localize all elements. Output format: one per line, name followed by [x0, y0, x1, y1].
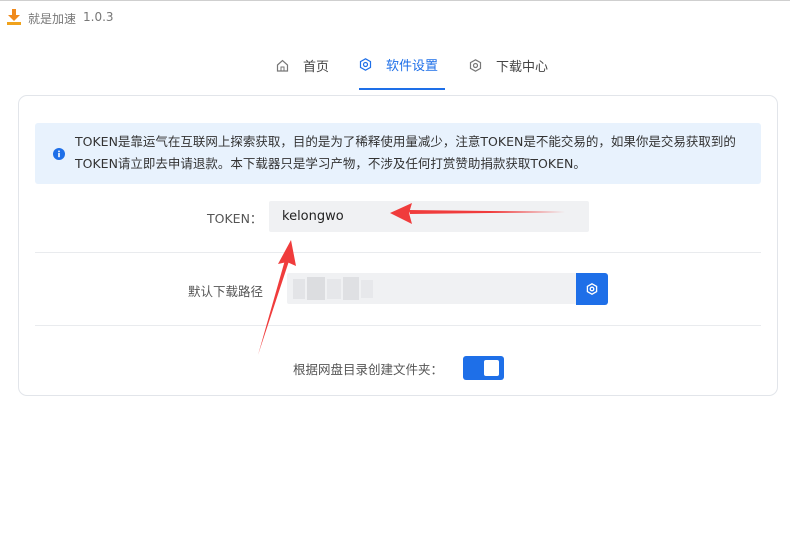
title-bar: 就是加速 1.0.3 — [0, 0, 790, 34]
notice-text: TOKEN是靠运气在互联网上探索获取，目的是为了稀释使用量减少，注意TOKEN是… — [75, 134, 736, 171]
divider — [35, 252, 761, 253]
tab-settings[interactable]: 软件设置 — [359, 40, 445, 90]
settings-panel: TOKEN是靠运气在互联网上探索获取，目的是为了稀释使用量减少，注意TOKEN是… — [18, 95, 778, 396]
tab-downloads[interactable]: 下载中心 — [469, 40, 548, 90]
toggle-knob — [484, 360, 499, 376]
gear-icon — [586, 283, 598, 295]
gear-icon — [359, 57, 372, 71]
home-icon — [276, 59, 289, 72]
create-folder-toggle[interactable] — [463, 356, 504, 380]
app-title: 就是加速 — [28, 12, 77, 26]
download-path-input[interactable] — [287, 273, 577, 304]
tab-downloads-label: 下载中心 — [496, 59, 549, 75]
gear-icon — [469, 58, 482, 72]
download-icon — [7, 9, 21, 25]
create-folder-label: 根据网盘目录创建文件夹： — [293, 362, 444, 377]
token-input[interactable] — [269, 201, 589, 232]
tab-home[interactable]: 首页 — [276, 40, 329, 90]
tab-home-label: 首页 — [303, 59, 330, 75]
token-label: TOKEN： — [207, 211, 263, 226]
info-icon — [53, 148, 65, 160]
path-settings-button[interactable] — [576, 273, 608, 305]
notice-alert: TOKEN是靠运气在互联网上探索获取，目的是为了稀释使用量减少，注意TOKEN是… — [35, 123, 761, 184]
divider — [35, 325, 761, 326]
tab-settings-label: 软件设置 — [386, 58, 439, 74]
main-tabs: 首页 软件设置 下载中心 — [0, 40, 790, 90]
app-version: 1.0.3 — [83, 10, 114, 24]
redacted-path — [293, 277, 373, 300]
download-path-label: 默认下载路径 — [188, 284, 264, 299]
